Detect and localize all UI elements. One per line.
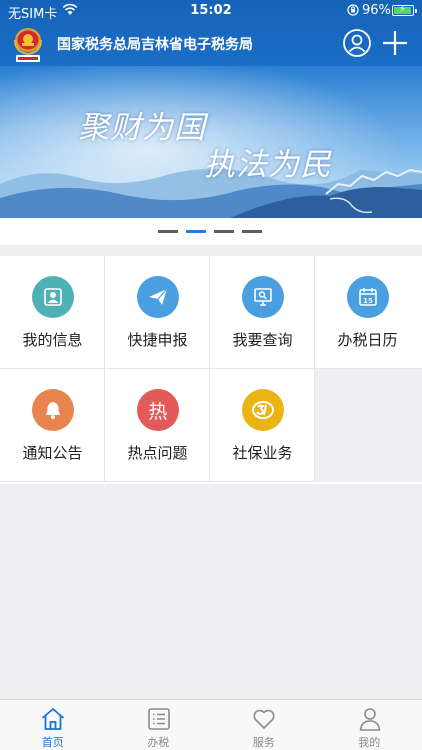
menu-tax-calendar[interactable]: 15 办税日历 [315,256,422,369]
menu-label: 通知公告 [22,444,83,462]
menu-label: 办税日历 [337,331,398,349]
tab-label: 办税 [147,736,170,749]
menu-label: 快捷申报 [127,331,188,349]
menu-label: 社保业务 [232,444,293,462]
menu-hot-questions[interactable]: 热 热点问题 [105,369,210,482]
service-grid: 我的信息 快捷申报 我要查询 15 办税日历 通知公告 热 热点问题 社保业务 [0,256,422,484]
banner-slogan-line1: 聚财为国 [78,110,206,146]
heart-icon [253,709,275,729]
user-icon [32,276,74,318]
bottom-tab-bar: 首页 办税 服务 我的 [0,699,422,750]
tab-home[interactable]: 首页 [0,700,106,750]
tab-service[interactable]: 服务 [211,700,317,750]
bell-icon [32,389,74,431]
pager-dot[interactable] [242,230,262,233]
page-title: 国家税务总局吉林省电子税务局 [57,37,253,53]
list-icon [147,708,170,730]
menu-my-info[interactable]: 我的信息 [0,256,105,369]
svg-text:15: 15 [363,297,373,305]
calendar-icon: 15 [347,276,389,318]
battery-icon: ⚡ [392,4,417,16]
menu-notice[interactable]: 通知公告 [0,369,105,482]
carousel-pager [0,218,422,245]
battery-percent: 96% [362,3,391,18]
nav-bar: 国家税务总局吉林省电子税务局 [0,22,422,66]
tab-label: 首页 [41,736,64,749]
tab-label: 我的 [358,736,381,749]
tab-label: 服务 [252,736,275,749]
menu-label: 我的信息 [22,331,83,349]
person-icon [359,708,380,731]
pager-dot[interactable] [158,230,178,233]
home-icon [41,708,65,730]
social-security-icon [242,389,284,431]
banner-slogan-line2: 执法为民 [204,147,332,183]
banner-carousel[interactable]: 聚财为国 执法为民 [0,66,422,218]
menu-label: 热点问题 [127,444,188,462]
add-button[interactable] [380,28,410,58]
menu-query[interactable]: 我要查询 [210,256,315,369]
hot-icon: 热 [137,389,179,431]
menu-social-security[interactable]: 社保业务 [210,369,315,482]
account-button[interactable] [342,28,372,58]
tab-tax[interactable]: 办税 [106,700,212,750]
tax-emblem-logo [14,28,42,62]
grid-empty-cell [315,369,422,482]
status-bar: 无SIM卡 15:02 96% ⚡ [0,0,422,22]
menu-quick-declare[interactable]: 快捷申报 [105,256,210,369]
paper-plane-icon [137,276,179,318]
tab-mine[interactable]: 我的 [317,700,422,750]
search-monitor-icon [242,276,284,318]
app-header: 无SIM卡 15:02 96% ⚡ 国家税务总局吉林省电子税务局 [0,0,422,66]
pager-dot[interactable] [214,230,234,233]
menu-label: 我要查询 [232,331,293,349]
rotation-lock-icon [347,4,359,16]
pager-dot-active[interactable] [186,230,206,233]
